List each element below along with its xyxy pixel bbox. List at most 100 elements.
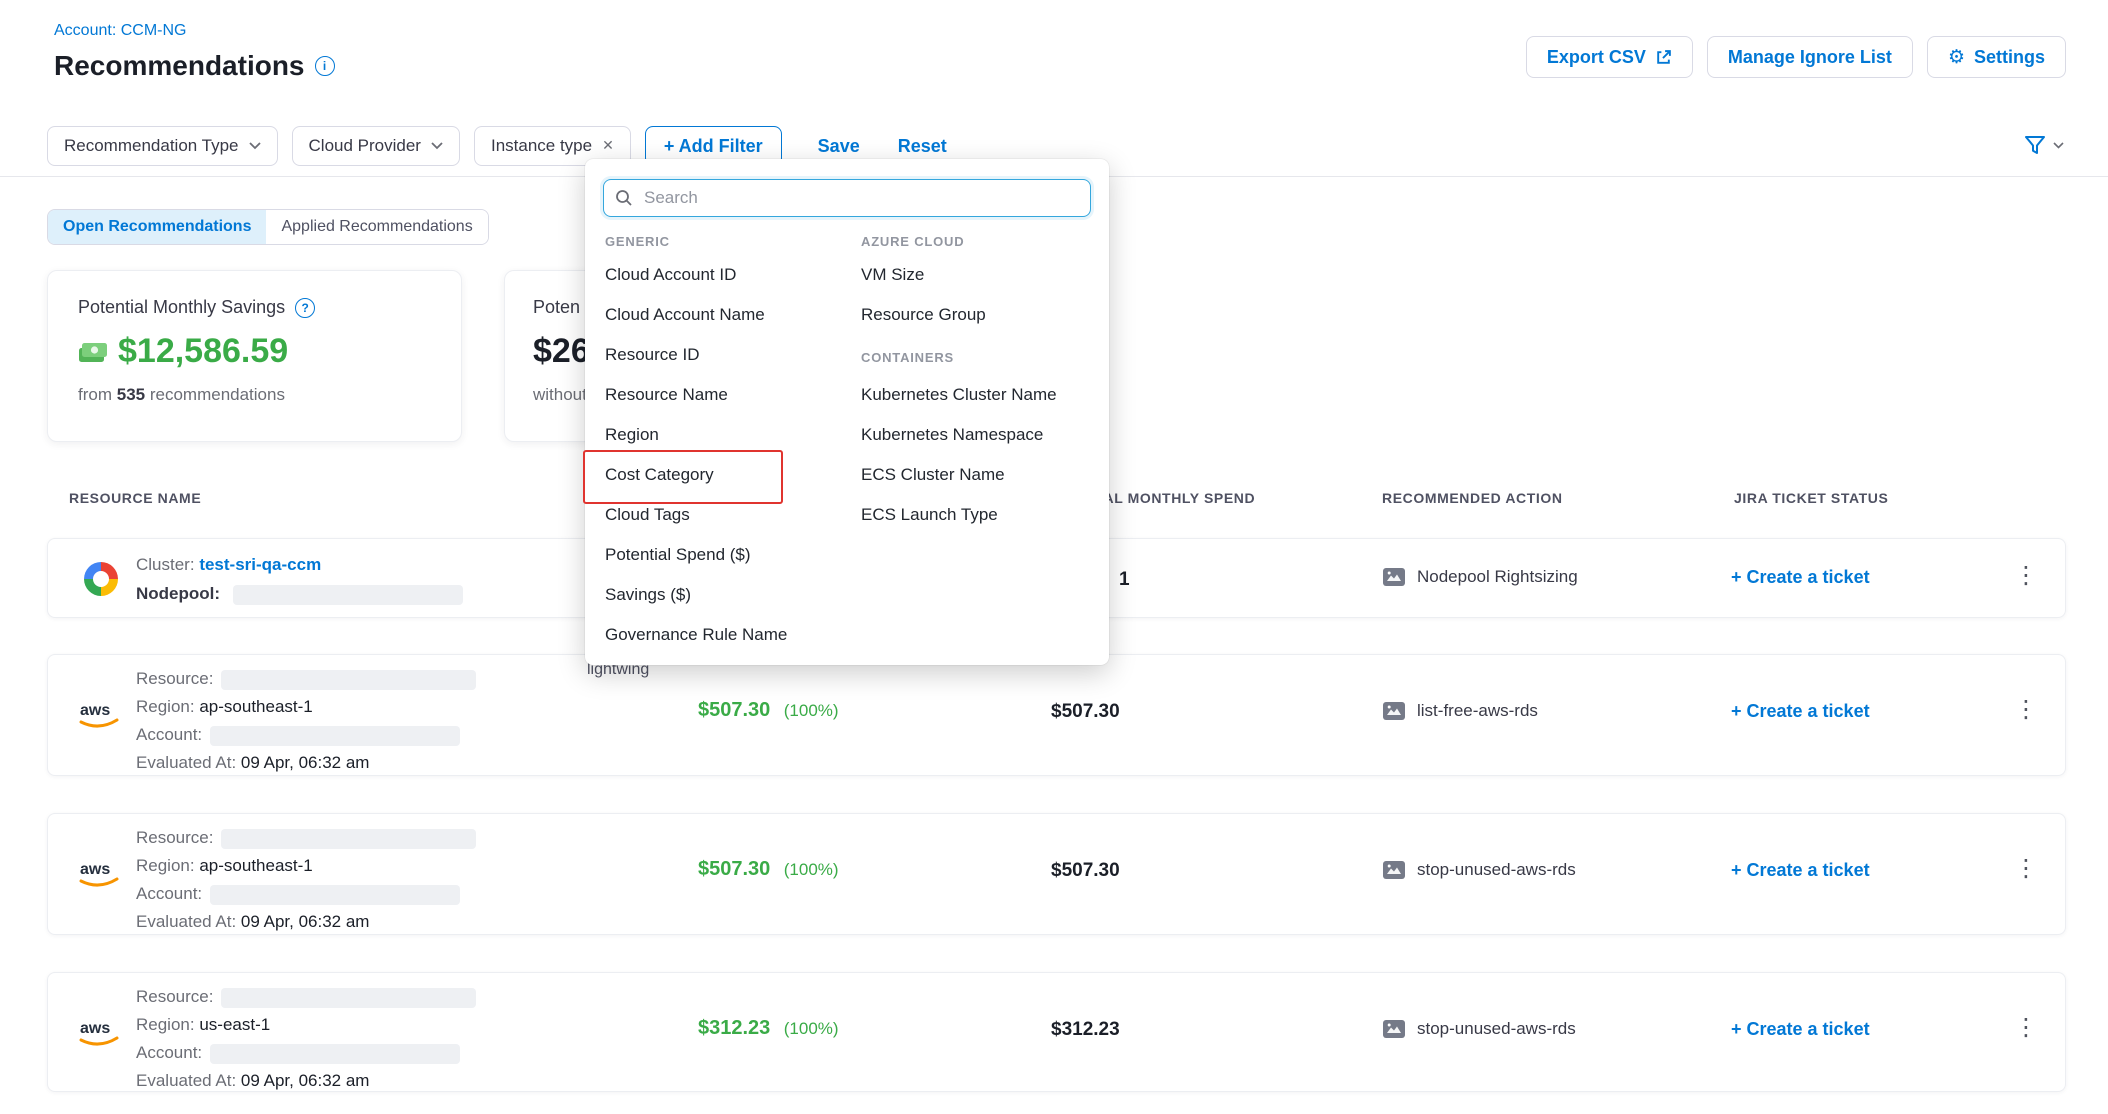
monthly-savings-value: $312.23 xyxy=(698,1017,770,1039)
svg-text:aws: aws xyxy=(80,1020,110,1037)
export-csv-button[interactable]: Export CSV xyxy=(1526,36,1693,78)
region-value: ap-southeast-1 xyxy=(199,697,312,716)
filter-search-input[interactable] xyxy=(603,179,1091,217)
filter-option-cloud-tags[interactable]: Cloud Tags xyxy=(603,495,859,535)
recommendation-row[interactable]: aws Resource: Region: us-east-1 Account:… xyxy=(47,972,2066,1092)
monthly-savings-value: $507.30 xyxy=(698,699,770,721)
savings-amount: $12,586.59 xyxy=(118,332,288,371)
redacted-account-value xyxy=(210,726,460,746)
section-header-azure-cloud: AZURE CLOUD xyxy=(859,225,1091,255)
chevron-down-icon xyxy=(249,142,261,150)
save-filter-button[interactable]: Save xyxy=(818,136,860,157)
spend-card-title-fragment: Poten xyxy=(533,297,580,318)
row-menu-icon[interactable]: ⋮ xyxy=(2014,1015,2038,1039)
savings-percent: (100%) xyxy=(784,1019,839,1038)
tab-applied-recommendations[interactable]: Applied Recommendations xyxy=(266,210,487,244)
header-actions: Export CSV Manage Ignore List ⚙ Settings xyxy=(1526,36,2066,78)
filter-panel-toggle[interactable] xyxy=(2023,134,2064,156)
recommended-action-label: Nodepool Rightsizing xyxy=(1417,567,1578,587)
filter-option-resource-id[interactable]: Resource ID xyxy=(603,335,859,375)
row-menu-icon[interactable]: ⋮ xyxy=(2014,856,2038,880)
row-menu-icon[interactable]: ⋮ xyxy=(2014,563,2038,587)
resource-label: Resource: xyxy=(136,828,213,847)
svg-text:aws: aws xyxy=(80,861,110,878)
monthly-spend-fragment: 1 xyxy=(1119,569,1130,591)
recommendation-row[interactable]: aws Resource: Region: ap-southeast-1 Acc… xyxy=(47,813,2066,935)
recommended-action-label: stop-unused-aws-rds xyxy=(1417,860,1576,880)
evaluated-at-value: 09 Apr, 06:32 am xyxy=(241,753,370,772)
region-label: Region: xyxy=(136,697,195,716)
filter-option-cloud-account-name[interactable]: Cloud Account Name xyxy=(603,295,859,335)
section-header-containers: CONTAINERS xyxy=(859,335,1091,375)
filter-option-kubernetes-namespace[interactable]: Kubernetes Namespace xyxy=(859,415,1091,455)
redacted-resource-value xyxy=(221,988,476,1008)
filter-option-region[interactable]: Region xyxy=(603,415,859,455)
filter-option-ecs-cluster-name[interactable]: ECS Cluster Name xyxy=(859,455,1091,495)
filter-option-resource-name[interactable]: Resource Name xyxy=(603,375,859,415)
redacted-resource-value xyxy=(221,829,476,849)
aws-icon: aws xyxy=(76,858,122,888)
create-ticket-button[interactable]: + Create a ticket xyxy=(1731,701,1870,722)
filter-chip-label: Instance type xyxy=(491,136,592,156)
info-icon[interactable]: i xyxy=(315,56,335,76)
redacted-resource-value xyxy=(221,670,476,690)
region-label: Region: xyxy=(136,1015,195,1034)
manage-ignore-list-button[interactable]: Manage Ignore List xyxy=(1707,36,1913,78)
settings-button[interactable]: ⚙ Settings xyxy=(1927,36,2066,78)
gear-icon: ⚙ xyxy=(1948,46,1965,68)
recommendations-tabs: Open Recommendations Applied Recommendat… xyxy=(47,209,489,245)
filter-option-vm-size[interactable]: VM Size xyxy=(859,255,1091,295)
evaluated-at-label: Evaluated At: xyxy=(136,912,236,931)
region-label: Region: xyxy=(136,856,195,875)
create-ticket-button[interactable]: + Create a ticket xyxy=(1731,567,1870,588)
action-icon xyxy=(1383,1019,1405,1039)
filter-chip-cloud-provider[interactable]: Cloud Provider xyxy=(292,126,460,166)
column-header-jira-ticket-status: JIRA TICKET STATUS xyxy=(1734,490,1888,506)
create-ticket-button[interactable]: + Create a ticket xyxy=(1731,1019,1870,1040)
export-csv-label: Export CSV xyxy=(1547,47,1646,68)
account-breadcrumb[interactable]: Account: CCM-NG xyxy=(54,22,186,40)
recommended-action-label: list-free-aws-rds xyxy=(1417,701,1538,721)
savings-subtitle-prefix: from xyxy=(78,385,112,404)
evaluated-at-label: Evaluated At: xyxy=(136,1071,236,1090)
manage-ignore-list-label: Manage Ignore List xyxy=(1728,47,1892,68)
column-header-resource-name: RESOURCE NAME xyxy=(69,490,201,506)
cluster-name-link[interactable]: test-sri-qa-ccm xyxy=(199,555,321,574)
chevron-down-icon xyxy=(2053,142,2064,149)
recommendation-row[interactable]: aws Resource: Region: ap-southeast-1 Acc… xyxy=(47,654,2066,776)
add-filter-dropdown: GENERIC Cloud Account ID Cloud Account N… xyxy=(585,159,1109,665)
filter-option-ecs-launch-type[interactable]: ECS Launch Type xyxy=(859,495,1091,535)
account-label: Account: xyxy=(136,725,202,744)
cluster-label: Cluster: xyxy=(136,555,195,574)
filter-chip-recommendation-type[interactable]: Recommendation Type xyxy=(47,126,278,166)
account-label: Account: xyxy=(136,1043,202,1062)
help-icon[interactable]: ? xyxy=(295,298,315,318)
close-icon[interactable]: ✕ xyxy=(602,138,614,154)
settings-label: Settings xyxy=(1974,47,2045,68)
savings-percent: (100%) xyxy=(784,860,839,879)
create-ticket-button[interactable]: + Create a ticket xyxy=(1731,860,1870,881)
tab-open-recommendations[interactable]: Open Recommendations xyxy=(48,210,266,244)
nodepool-label: Nodepool: xyxy=(136,584,220,603)
filter-option-governance-rule-name[interactable]: Governance Rule Name xyxy=(603,615,859,655)
row-menu-icon[interactable]: ⋮ xyxy=(2014,697,2038,721)
action-icon xyxy=(1383,567,1405,587)
filter-option-resource-group[interactable]: Resource Group xyxy=(859,295,1091,335)
section-header-generic: GENERIC xyxy=(603,225,859,255)
redacted-nodepool-value xyxy=(233,585,463,605)
filter-option-cloud-account-id[interactable]: Cloud Account ID xyxy=(603,255,859,295)
search-icon xyxy=(614,188,634,208)
filter-option-cost-category[interactable]: Cost Category xyxy=(603,455,859,495)
filter-option-potential-spend[interactable]: Potential Spend ($) xyxy=(603,535,859,575)
evaluated-at-label: Evaluated At: xyxy=(136,753,236,772)
filter-option-savings[interactable]: Savings ($) xyxy=(603,575,859,615)
region-value: us-east-1 xyxy=(199,1015,270,1034)
reset-filter-button[interactable]: Reset xyxy=(898,136,947,157)
svg-text:aws: aws xyxy=(80,702,110,719)
account-label: Account: xyxy=(136,884,202,903)
monthly-savings-value: $507.30 xyxy=(698,858,770,880)
filter-option-kubernetes-cluster-name[interactable]: Kubernetes Cluster Name xyxy=(859,375,1091,415)
region-value: ap-southeast-1 xyxy=(199,856,312,875)
savings-count: 535 xyxy=(117,385,145,404)
evaluated-at-value: 09 Apr, 06:32 am xyxy=(241,912,370,931)
